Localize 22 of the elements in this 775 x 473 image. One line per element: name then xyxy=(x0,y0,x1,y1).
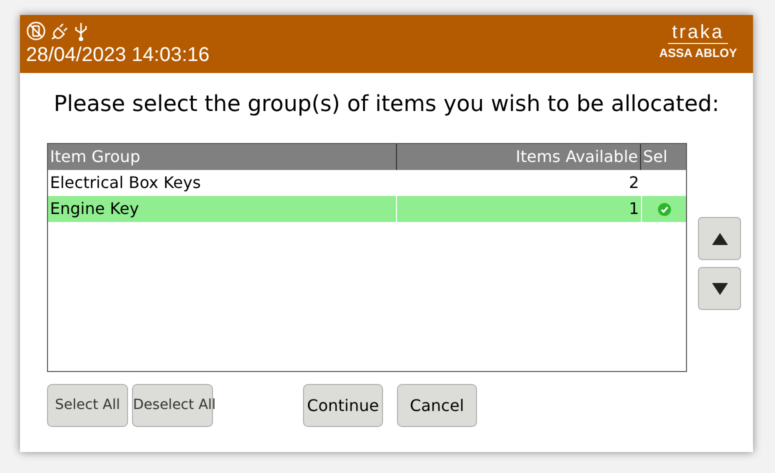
action-button[interactable]: Select All xyxy=(47,384,128,427)
check-icon xyxy=(658,202,670,216)
no-phone-icon xyxy=(26,21,46,41)
prompt-text: Please select the group(s) of items you wish to be allocated: xyxy=(52,91,720,119)
scroll-down-button[interactable] xyxy=(698,267,741,310)
table-row[interactable]: Engine Key 1 xyxy=(48,196,686,222)
plug-icon xyxy=(50,21,70,41)
date-time: 28/04/2023 14:03:16 xyxy=(26,43,210,68)
table-cell-text: Electrical Box Keys xyxy=(49,172,202,194)
column-header: Item Group xyxy=(49,146,142,168)
column-header: Sel xyxy=(642,146,668,168)
action-button[interactable]: Deselect All xyxy=(132,384,213,427)
table-cell-text: 2 xyxy=(628,172,640,194)
traka-logo: traka ASSA ABLOY xyxy=(659,21,738,62)
action-button[interactable]: Cancel xyxy=(397,384,477,427)
table-cell-text: Engine Key xyxy=(49,198,140,220)
usb-icon xyxy=(74,21,88,41)
scroll-up-button[interactable] xyxy=(698,217,741,260)
action-button[interactable]: Continue xyxy=(303,384,383,427)
up-arrow-icon xyxy=(712,232,728,244)
table-cell: 1 xyxy=(396,196,641,222)
down-arrow-icon xyxy=(712,282,728,294)
